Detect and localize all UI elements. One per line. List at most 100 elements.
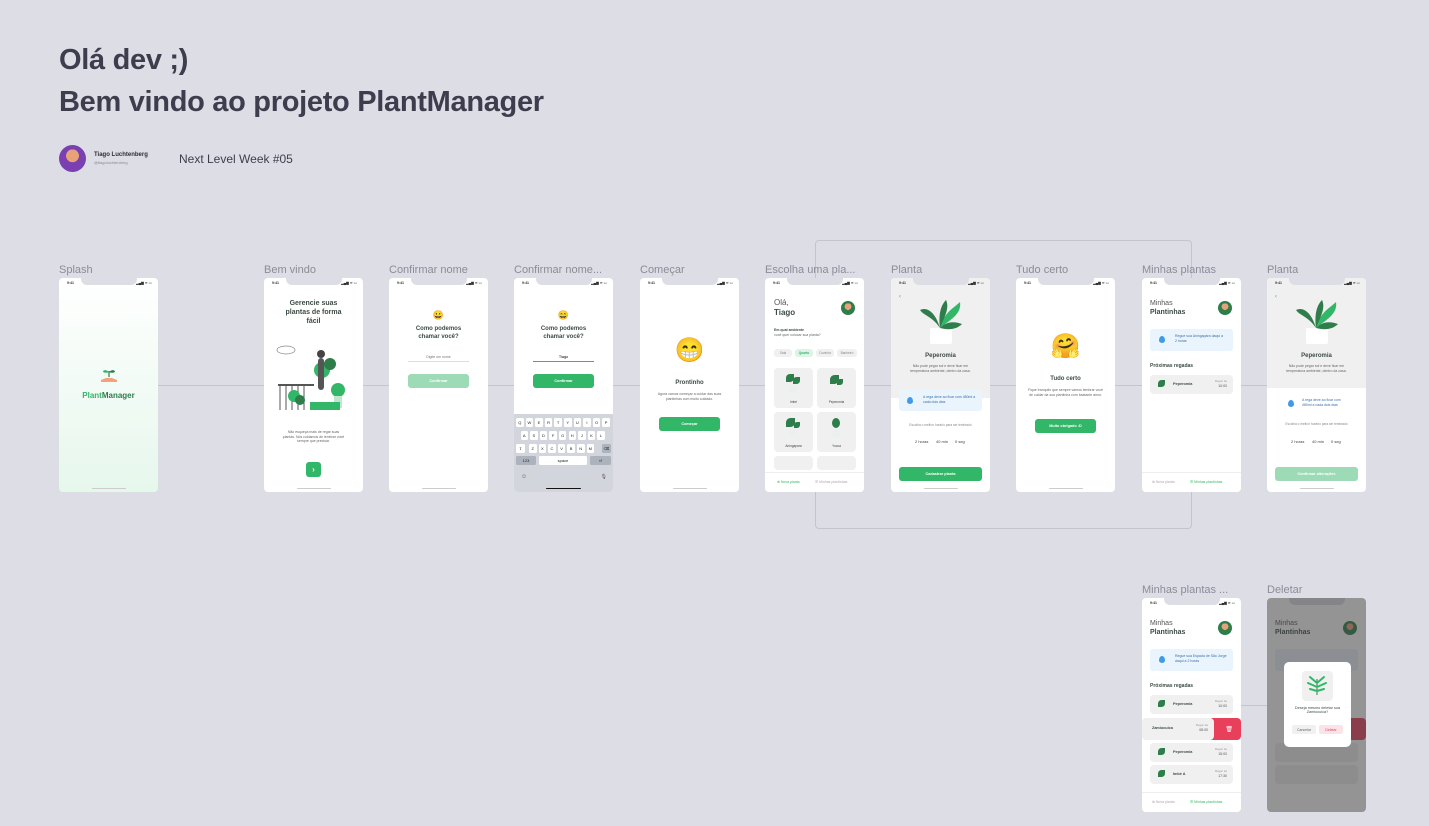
time-picker-hours[interactable]: 2 horas: [1291, 439, 1304, 444]
plant-row[interactable]: Peperomia Regar às 10:00: [1150, 375, 1233, 394]
time-picker-seconds[interactable]: 0 seg: [955, 439, 965, 444]
frame-my-plants[interactable]: 9:41 ▂▄▆ ≋ ▭ Minhas Plantinhas Regue sua…: [1142, 278, 1241, 492]
welcome-next-button[interactable]: ›: [306, 462, 321, 477]
frame-confirm-name-keyboard[interactable]: 9:41 ▂▄▆ ≋ ▭ 😄 Como podemos chamar você?…: [514, 278, 613, 492]
kb-key[interactable]: O: [592, 418, 601, 427]
plant-row-label: Regar às: [1214, 379, 1227, 383]
kb-key[interactable]: L: [597, 431, 605, 440]
plant-card-aningapara[interactable]: Aningapara: [774, 412, 813, 452]
time-picker-minutes[interactable]: 40 min: [936, 439, 948, 444]
frame-splash[interactable]: 9:41 ▂▄▆ ≋ ▭ PlantManager: [59, 278, 158, 492]
back-arrow-icon[interactable]: ‹: [899, 294, 901, 300]
plant-about: Não pode pegar sol e deve ficar em tempe…: [910, 364, 971, 373]
chip-sala[interactable]: Sala: [774, 349, 792, 357]
chip-cozinha[interactable]: Cozinha: [816, 349, 834, 357]
plant-card-peperomia[interactable]: Peperomia: [817, 368, 856, 408]
register-plant-button[interactable]: Cadastrar planta: [899, 467, 982, 481]
frame-choose-plant[interactable]: 9:41 ▂▄▆ ≋ ▭ Olá, Tiago Em qual ambiente…: [765, 278, 864, 492]
kb-key[interactable]: W: [525, 418, 534, 427]
start-button[interactable]: Começar: [659, 417, 720, 431]
user-avatar[interactable]: [1218, 301, 1232, 315]
chip-banheiro[interactable]: Banheiro: [837, 349, 857, 357]
plant-row[interactable]: Peperomia Regar às 10:00: [1150, 695, 1233, 714]
kb-key[interactable]: S: [530, 431, 538, 440]
kb-space-key[interactable]: space: [539, 456, 587, 465]
time-picker-seconds[interactable]: 0 seg: [1331, 439, 1341, 444]
plant-card-imbe[interactable]: Imbé: [774, 368, 813, 408]
back-arrow-icon[interactable]: ‹: [1275, 294, 1277, 300]
plant-card-yucca[interactable]: Yucca: [817, 412, 856, 452]
kb-key[interactable]: B: [567, 444, 575, 453]
plant-row[interactable]: Imbé A Regar às 17:30: [1150, 765, 1233, 784]
status-icons: ▂▄▆ ≋ ▭: [841, 281, 858, 285]
kb-key[interactable]: A: [520, 431, 528, 440]
frame-my-plants-swipe[interactable]: 9:41 ▂▄▆ ≋ ▭ Minhas Plantinhas Regue sua…: [1142, 598, 1241, 812]
thanks-button[interactable]: Muito obrigado :D: [1035, 419, 1096, 433]
kb-key[interactable]: N: [577, 444, 585, 453]
kb-key[interactable]: J: [578, 431, 586, 440]
tab-new-plant[interactable]: ⊕ Nova planta: [1152, 800, 1175, 804]
plant-row[interactable]: Peperomia Regar às 15:00: [1150, 743, 1233, 762]
microphone-icon[interactable]: 🎙: [601, 474, 607, 480]
kb-key[interactable]: P: [602, 418, 610, 427]
kb-key[interactable]: X: [538, 444, 547, 453]
time-picker-minutes[interactable]: 40 min: [1312, 439, 1324, 444]
confirm2-title: Como podemos chamar você?: [540, 326, 587, 340]
next-waterings-heading: Próximas regadas: [1150, 683, 1194, 689]
emoji-keyboard-icon[interactable]: ☺: [521, 474, 527, 480]
confirm-changes-button[interactable]: Confirmar alterações: [1275, 467, 1358, 481]
frame-all-set[interactable]: 9:41 ▂▄▆ ≋ ▭ 🤗 Tudo certo Fique tranquil…: [1016, 278, 1115, 492]
delete-confirm-button[interactable]: Deletar: [1319, 725, 1343, 734]
tab-my-plants[interactable]: ☰ Minhas plantinhas: [815, 480, 847, 484]
frame-label-choose: Escolha uma pla...: [765, 264, 856, 276]
frame-label-confirm2: Confirmar nome...: [514, 264, 603, 276]
hug-emoji-icon: 🤗: [1050, 333, 1081, 360]
user-avatar[interactable]: [1218, 621, 1232, 635]
kb-key[interactable]: Q: [516, 418, 524, 427]
chip-quarto[interactable]: Quarto: [795, 349, 813, 357]
status-icons: ▂▄▆ ≋ ▭: [1218, 601, 1235, 605]
kb-key[interactable]: D: [539, 431, 548, 440]
kb-key[interactable]: C: [548, 444, 556, 453]
plant-name: Peperomia: [925, 353, 956, 359]
frame-welcome[interactable]: 9:41 ▂▄▆ ≋ ▭ Gerencie suas plantas de fo…: [264, 278, 363, 492]
kb-key[interactable]: Y: [564, 418, 572, 427]
frame-plant-detail[interactable]: 9:41 ▂▄▆ ≋ ▭ ‹ Peperomia Não pode pegar …: [891, 278, 990, 492]
kb-key[interactable]: U: [573, 418, 582, 427]
plant-row-name: Zamioculca: [1152, 726, 1173, 730]
kb-key[interactable]: V: [557, 444, 566, 453]
confirm-button[interactable]: Confirmar: [408, 374, 469, 388]
tab-new-plant[interactable]: ⊕ Nova planta: [777, 480, 800, 484]
tab-new-plant[interactable]: ⊕ Nova planta: [1152, 480, 1175, 484]
kb-key[interactable]: Z: [529, 444, 537, 453]
plant-row-swiped[interactable]: Zamioculca Regar às 08:00: [1142, 718, 1214, 740]
kb-delete-key[interactable]: ⌫: [602, 444, 611, 453]
kb-key[interactable]: T: [554, 418, 562, 427]
kb-key[interactable]: K: [587, 431, 596, 440]
env-question-bold: Em qual ambiente: [774, 328, 804, 332]
frame-plant-edit[interactable]: 9:41 ▂▄▆ ≋ ▭ ‹ Peperomia Não pode pegar …: [1267, 278, 1366, 492]
time-picker-hours[interactable]: 2 horas: [915, 439, 928, 444]
kb-key[interactable]: H: [568, 431, 576, 440]
kb-key[interactable]: M: [586, 444, 595, 453]
kb-key[interactable]: R: [544, 418, 553, 427]
keyboard[interactable]: QWERTYUIOP ASDFGHJKL ZXCVBNM ⇧ ⌫ 123 space…: [514, 414, 613, 492]
kb-key[interactable]: E: [535, 418, 543, 427]
frame-confirm-name[interactable]: 9:41 ▂▄▆ ≋ ▭ 😀 Como podemos chamar você?…: [389, 278, 488, 492]
kb-key[interactable]: I: [583, 418, 591, 427]
tab-my-plants[interactable]: ☰ Minhas plantinhas: [1190, 480, 1222, 484]
kb-123-key[interactable]: 123: [516, 456, 536, 465]
kb-return-key[interactable]: ⏎: [590, 456, 611, 465]
frame-delete[interactable]: Minhas Plantinhas Deseja mesmo deletar s…: [1267, 598, 1366, 812]
kb-shift-key[interactable]: ⇧: [516, 444, 525, 453]
tab-my-plants[interactable]: ☰ Minhas plantinhas: [1190, 800, 1222, 804]
name-input[interactable]: [408, 352, 469, 362]
kb-key[interactable]: G: [558, 431, 567, 440]
status-time: 9:41: [1024, 281, 1032, 285]
cancel-button[interactable]: Cancelar: [1292, 725, 1316, 734]
confirm2-button[interactable]: Confirmar: [533, 374, 594, 388]
frame-start[interactable]: 9:41 ▂▄▆ ≋ ▭ 😁 Prontinho Agora vamos com…: [640, 278, 739, 492]
name-input-filled[interactable]: [533, 352, 594, 362]
kb-key[interactable]: F: [549, 431, 557, 440]
user-avatar[interactable]: [841, 301, 855, 315]
